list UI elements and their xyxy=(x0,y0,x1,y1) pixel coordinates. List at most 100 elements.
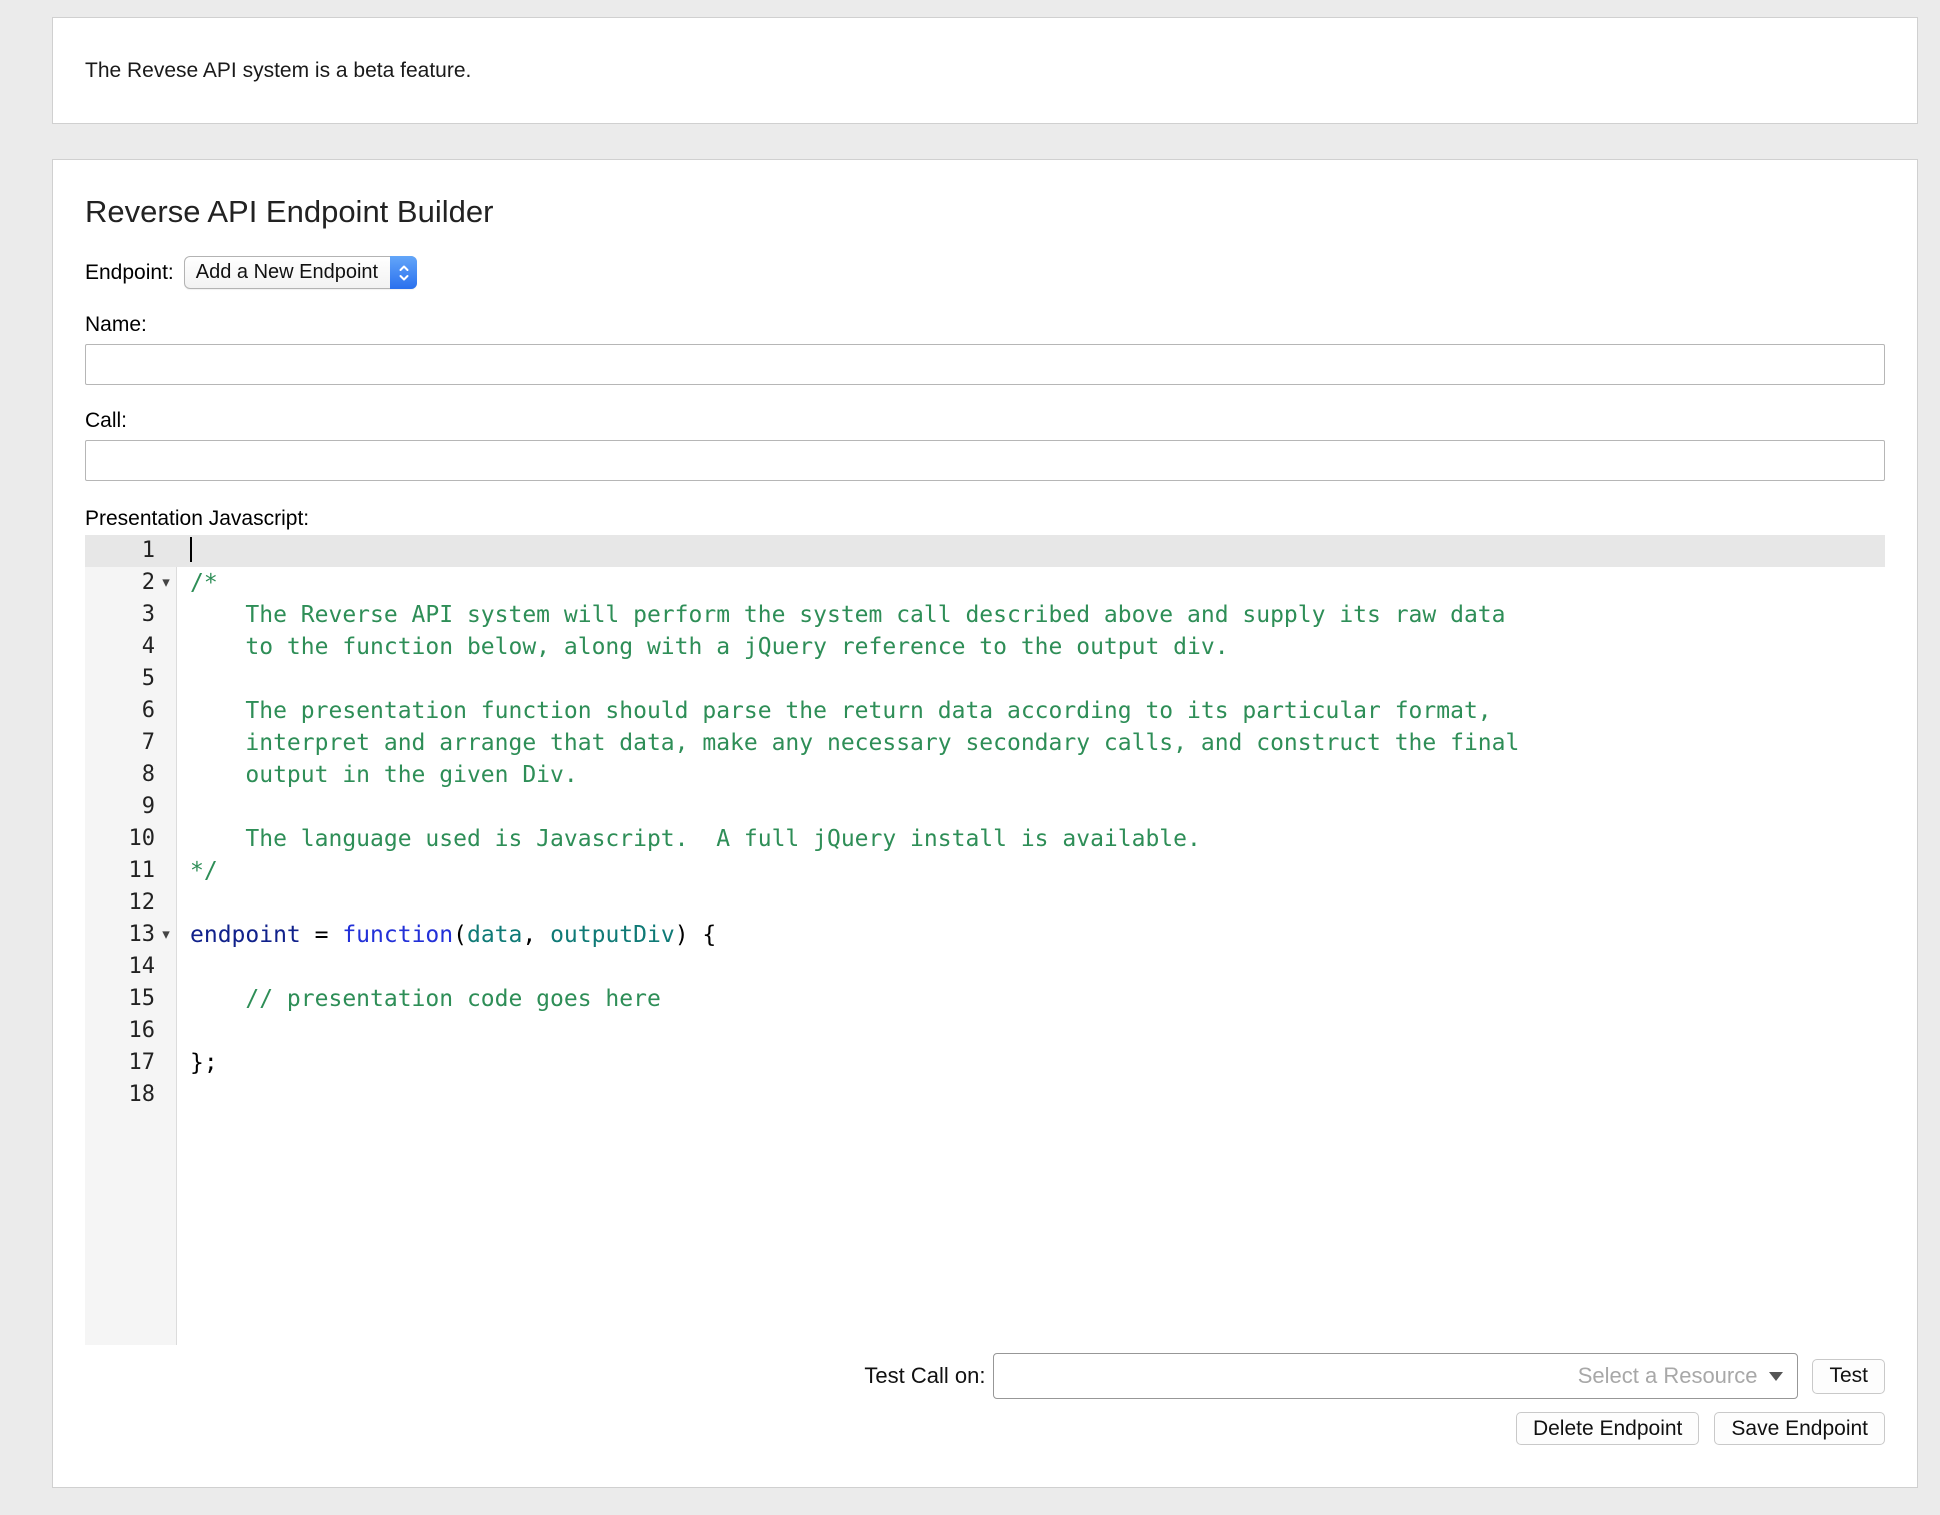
fold-spacer xyxy=(155,1015,177,1047)
code-line[interactable]: 4 to the function below, along with a jQ… xyxy=(85,631,1885,663)
select-stepper-icon xyxy=(390,256,417,289)
fold-spacer xyxy=(155,695,177,727)
code-line[interactable]: 10 The language used is Javascript. A fu… xyxy=(85,823,1885,855)
code-text xyxy=(177,1015,1885,1047)
line-number: 5 xyxy=(85,663,155,695)
gutter-cell: 3 xyxy=(85,599,177,631)
fold-spacer xyxy=(155,1047,177,1079)
code-text: The presentation function should parse t… xyxy=(177,695,1885,727)
gutter-cell: 5 xyxy=(85,663,177,695)
code-line[interactable]: 8 output in the given Div. xyxy=(85,759,1885,791)
code-token: ( xyxy=(453,922,467,948)
fold-marker-icon[interactable]: ▾ xyxy=(155,919,177,951)
gutter-cell: 16 xyxy=(85,1015,177,1047)
beta-notice-text: The Revese API system is a beta feature. xyxy=(85,59,471,83)
code-line[interactable]: 2▾/* xyxy=(85,567,1885,599)
fold-spacer xyxy=(155,887,177,919)
fold-spacer xyxy=(155,983,177,1015)
fold-spacer xyxy=(155,823,177,855)
code-line[interactable]: 5 xyxy=(85,663,1885,695)
code-text xyxy=(177,1079,1885,1111)
code-line[interactable]: 14 xyxy=(85,951,1885,983)
line-number: 2 xyxy=(85,567,155,599)
test-button[interactable]: Test xyxy=(1812,1359,1885,1394)
gutter-cell: 11 xyxy=(85,855,177,887)
code-line[interactable]: 11 */ xyxy=(85,855,1885,887)
line-number: 18 xyxy=(85,1079,155,1111)
endpoint-select[interactable]: Add a New Endpoint xyxy=(184,256,417,289)
code-text: output in the given Div. xyxy=(177,759,1885,791)
dropdown-arrow-icon xyxy=(1769,1372,1783,1381)
fold-spacer xyxy=(155,599,177,631)
code-editor[interactable]: 12▾/*3 The Reverse API system will perfo… xyxy=(85,535,1885,1345)
gutter-cell: 10 xyxy=(85,823,177,855)
code-token: , xyxy=(522,922,550,948)
gutter-cell: 17 xyxy=(85,1047,177,1079)
page-title: Reverse API Endpoint Builder xyxy=(85,194,1885,230)
fold-spacer xyxy=(155,759,177,791)
code-token: The language used is Javascript. A full … xyxy=(190,826,1201,852)
save-endpoint-button[interactable]: Save Endpoint xyxy=(1714,1412,1885,1445)
gutter-cell: 1 xyxy=(85,535,177,567)
code-line[interactable]: 1 xyxy=(85,535,1885,567)
fold-spacer xyxy=(155,855,177,887)
resource-combobox[interactable]: Select a Resource xyxy=(993,1353,1798,1399)
code-text xyxy=(177,535,1885,567)
code-text xyxy=(177,791,1885,823)
code-line[interactable]: 17}; xyxy=(85,1047,1885,1079)
code-text xyxy=(177,663,1885,695)
call-input[interactable] xyxy=(85,440,1885,481)
presentation-js-label: Presentation Javascript: xyxy=(85,507,1885,531)
beta-notice-banner: The Revese API system is a beta feature. xyxy=(52,17,1918,124)
code-token: endpoint xyxy=(190,922,301,948)
line-number: 1 xyxy=(85,535,155,567)
code-line[interactable]: 3 The Reverse API system will perform th… xyxy=(85,599,1885,631)
code-text: // presentation code goes here xyxy=(177,983,1885,1015)
fold-spacer xyxy=(155,631,177,663)
line-number: 12 xyxy=(85,887,155,919)
gutter-cell: 12 xyxy=(85,887,177,919)
gutter-cell: 13▾ xyxy=(85,919,177,951)
delete-endpoint-button[interactable]: Delete Endpoint xyxy=(1516,1412,1699,1445)
line-number: 13 xyxy=(85,919,155,951)
code-line[interactable]: 15 // presentation code goes here xyxy=(85,983,1885,1015)
code-line[interactable]: 12 xyxy=(85,887,1885,919)
code-token: // presentation code goes here xyxy=(190,986,661,1012)
code-line[interactable]: 7 interpret and arrange that data, make … xyxy=(85,727,1885,759)
code-text: to the function below, along with a jQue… xyxy=(177,631,1885,663)
fold-spacer xyxy=(155,1079,177,1111)
gutter-cell: 8 xyxy=(85,759,177,791)
resource-placeholder: Select a Resource xyxy=(1578,1363,1758,1389)
line-number: 10 xyxy=(85,823,155,855)
code-token: to the function below, along with a jQue… xyxy=(190,634,1229,660)
test-call-row: Test Call on: Select a Resource Test xyxy=(85,1353,1885,1399)
name-input[interactable] xyxy=(85,344,1885,385)
fold-marker-icon[interactable]: ▾ xyxy=(155,567,177,599)
code-token: = xyxy=(301,922,343,948)
gutter-cell: 2▾ xyxy=(85,567,177,599)
code-line[interactable]: 13▾endpoint = function(data, outputDiv) … xyxy=(85,919,1885,951)
code-token: interpret and arrange that data, make an… xyxy=(190,730,1519,756)
line-number: 8 xyxy=(85,759,155,791)
code-line[interactable]: 16 xyxy=(85,1015,1885,1047)
code-line[interactable]: 9 xyxy=(85,791,1885,823)
code-text xyxy=(177,887,1885,919)
gutter-cell: 18 xyxy=(85,1079,177,1111)
code-text xyxy=(177,951,1885,983)
code-text: The Reverse API system will perform the … xyxy=(177,599,1885,631)
line-number: 6 xyxy=(85,695,155,727)
code-text: */ xyxy=(177,855,1885,887)
fold-spacer xyxy=(155,791,177,823)
code-line[interactable]: 6 The presentation function should parse… xyxy=(85,695,1885,727)
fold-spacer xyxy=(155,663,177,695)
fold-spacer xyxy=(155,951,177,983)
endpoint-select-value: Add a New Endpoint xyxy=(196,261,390,284)
gutter-cell: 7 xyxy=(85,727,177,759)
name-label: Name: xyxy=(85,313,1885,337)
code-text: The language used is Javascript. A full … xyxy=(177,823,1885,855)
line-number: 16 xyxy=(85,1015,155,1047)
code-line[interactable]: 18 xyxy=(85,1079,1885,1111)
line-number: 14 xyxy=(85,951,155,983)
code-token: The presentation function should parse t… xyxy=(190,698,1492,724)
code-token: */ xyxy=(190,858,218,884)
